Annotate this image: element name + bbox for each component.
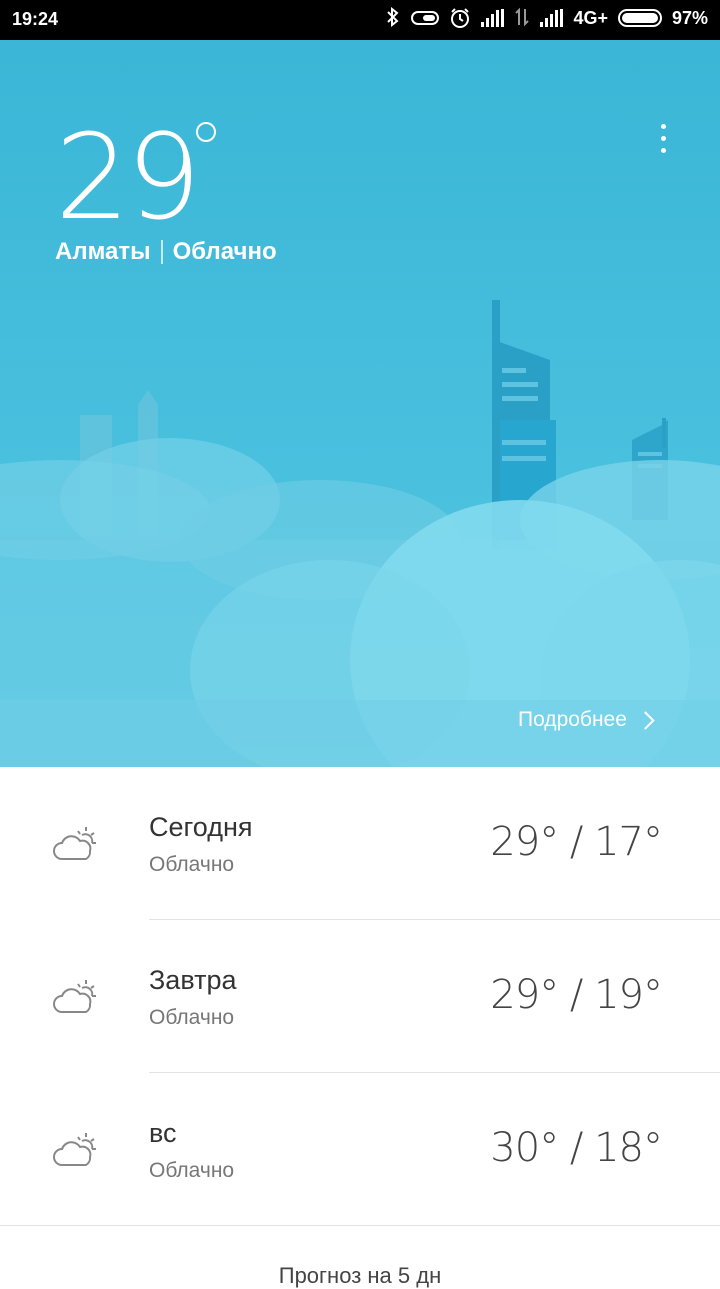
battery-icon (617, 9, 662, 27)
row-divider (0, 1225, 720, 1226)
alarm-icon (449, 7, 471, 29)
forecast-condition: Облачно (149, 1006, 235, 1029)
partly-cloudy-icon (52, 1131, 100, 1175)
forecast-day: Завтра (149, 965, 237, 995)
forecast-list: Сегодня Облачно 29° / 17° Завтра Облачно… (0, 767, 720, 1226)
weather-hero: 29 Алматы Облачно Подробнее (0, 40, 720, 767)
more-options-icon[interactable] (648, 120, 678, 156)
forecast-row[interactable]: Сегодня Облачно 29° / 17° (0, 767, 720, 920)
status-bar: 19:24 4G+ 97% (0, 0, 720, 40)
network-type: 4G+ (573, 7, 608, 28)
forecast-condition: Облачно (149, 853, 235, 876)
chevron-right-icon (636, 710, 655, 730)
forecast-temp-range: 30° / 18° (490, 1125, 663, 1171)
five-day-forecast-link[interactable]: Прогноз на 5 дн (0, 1263, 720, 1289)
battery-percent: 97% (671, 7, 708, 28)
forecast-day: вс (149, 1118, 177, 1148)
degree-icon (196, 122, 216, 142)
location-condition: Алматы Облачно (55, 238, 277, 266)
signal-icon (481, 9, 505, 27)
forecast-temp-range: 29° / 17° (490, 819, 663, 865)
details-link[interactable]: Подробнее (518, 708, 655, 732)
partly-cloudy-icon (52, 825, 100, 869)
forecast-temp-range: 29° / 19° (490, 972, 663, 1018)
divider (160, 240, 163, 264)
forecast-condition: Облачно (149, 1159, 235, 1182)
bluetooth-icon (385, 6, 401, 29)
partly-cloudy-icon (52, 978, 100, 1022)
forecast-row[interactable]: Завтра Облачно 29° / 19° (0, 920, 720, 1073)
city-name: Алматы (55, 238, 151, 265)
status-icons: 4G+ 97% (385, 6, 708, 29)
status-time: 19:24 (12, 9, 59, 29)
details-label[interactable]: Подробнее (518, 708, 627, 732)
toggle-icon (411, 11, 440, 25)
signal-icon-2 (540, 9, 564, 27)
current-temperature: 29 (55, 108, 201, 246)
forecast-row[interactable]: вс Облачно 30° / 18° (0, 1073, 720, 1226)
data-transfer-icon (514, 7, 530, 29)
forecast-day: Сегодня (149, 812, 253, 842)
current-condition: Облачно (172, 238, 277, 265)
